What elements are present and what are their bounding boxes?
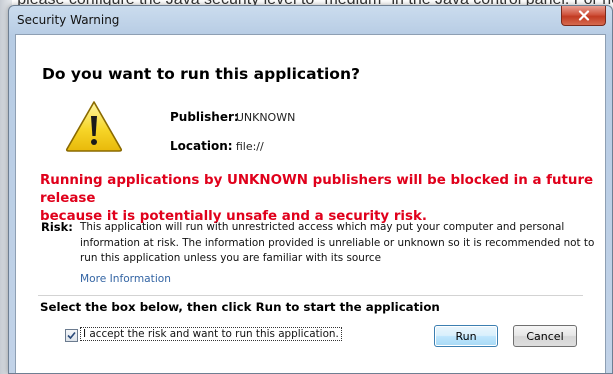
close-button[interactable] bbox=[561, 6, 606, 26]
risk-line-1: This application will run with unrestric… bbox=[80, 221, 565, 233]
run-button[interactable]: Run bbox=[434, 325, 498, 347]
close-icon bbox=[578, 10, 589, 21]
publisher-label: Publisher: bbox=[170, 110, 239, 124]
publisher-value: UNKNOWN bbox=[235, 111, 296, 124]
publisher-row: Publisher: UNKNOWN bbox=[170, 110, 295, 124]
risk-line-2: information at risk. The information pro… bbox=[80, 236, 595, 249]
section-divider bbox=[38, 295, 583, 296]
title-bar[interactable]: Security Warning bbox=[9, 6, 612, 34]
location-row: Location: file:// bbox=[170, 139, 264, 153]
more-information-link[interactable]: More Information bbox=[80, 273, 171, 285]
location-value: file:// bbox=[235, 140, 264, 153]
warning-line-1: Running applications by UNKNOWN publishe… bbox=[40, 173, 594, 206]
location-label: Location: bbox=[170, 139, 233, 153]
window-title: Security Warning bbox=[17, 13, 120, 27]
accept-risk-checkbox[interactable] bbox=[65, 329, 78, 342]
dialog-content: Do you want to run this application? Pub… bbox=[15, 34, 606, 373]
risk-line-3: run this application unless you are fami… bbox=[80, 252, 381, 264]
warning-icon bbox=[65, 101, 123, 152]
accept-risk-label[interactable]: I accept the risk and want to run this a… bbox=[80, 327, 342, 341]
dialog-question: Do you want to run this application? bbox=[42, 65, 360, 83]
blocking-warning-text: Running applications by UNKNOWN publishe… bbox=[40, 172, 600, 226]
instruction-text: Select the box below, then click Run to … bbox=[40, 300, 440, 314]
cancel-button[interactable]: Cancel bbox=[513, 325, 577, 347]
security-warning-window: Security Warning Do you want to run this… bbox=[8, 5, 613, 374]
risk-label: Risk: bbox=[41, 220, 73, 234]
checkmark-icon bbox=[67, 331, 76, 340]
risk-description: This application will run with unrestric… bbox=[80, 220, 600, 267]
